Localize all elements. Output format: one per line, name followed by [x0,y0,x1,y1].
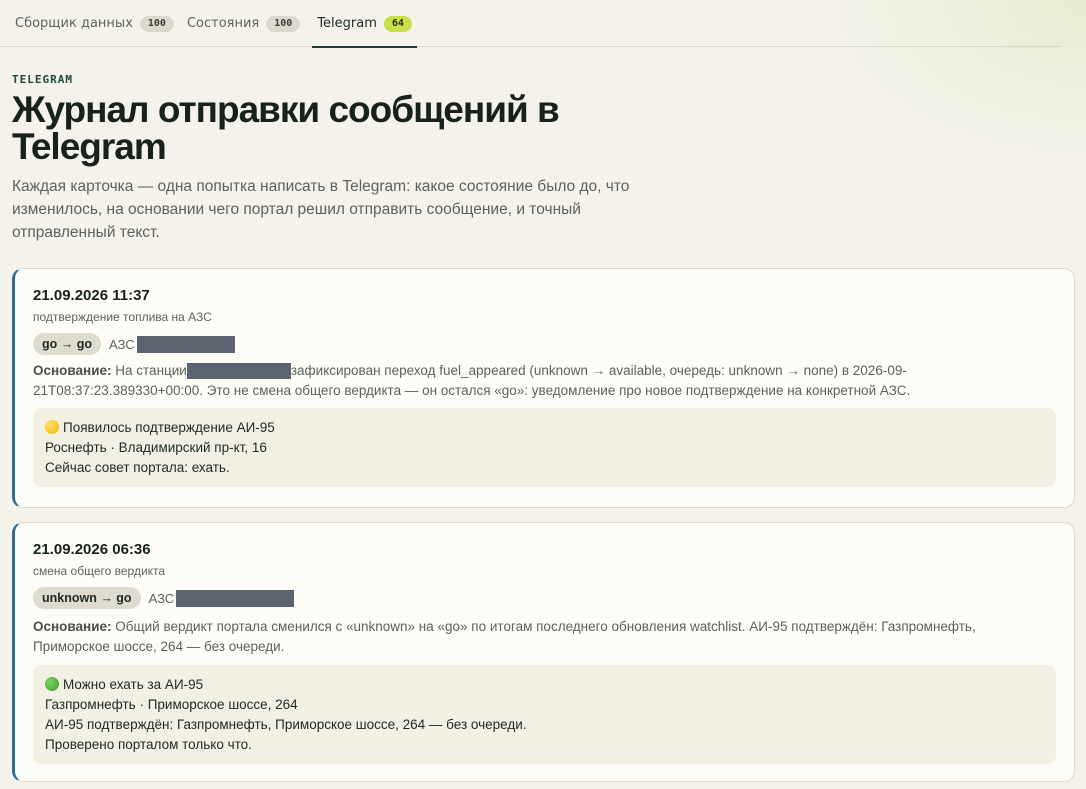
message-line: Проверено порталом только что. [45,737,252,752]
card-transition-row: unknown → go АЗС [33,587,1056,609]
tab-bar: Сборщик данных 100 Состояния 100 Telegra… [0,0,1062,48]
redacted-station-name [136,335,235,353]
tab-count-badge: 64 [383,15,412,32]
message-line: Можно ехать за АИ-95 [45,675,1044,695]
page: Сборщик данных 100 Состояния 100 Telegra… [0,0,1086,789]
station-label: АЗС [109,336,135,352]
message-line: Появилось подтверждение АИ-95 [45,418,1044,438]
reason-text-start: На станции [115,363,187,378]
tab-label: Состояния [186,16,260,31]
telegram-message: Можно ехать за АИ-95 Газпромнефть · Прим… [33,665,1056,764]
tab-data-collector[interactable]: Сборщик данных 100 [15,0,174,47]
message-headline: Можно ехать за АИ-95 [63,677,204,692]
message-headline: Появилось подтверждение АИ-95 [63,420,275,435]
card-date: 21.09.2026 11:37 [33,287,150,304]
telegram-message: Появилось подтверждение АИ-95 Роснефть ·… [33,408,1056,487]
tab-label: Сборщик данных [15,16,133,31]
tab-label: Telegram [317,16,377,31]
tab-states[interactable]: Состояния 100 [186,0,301,47]
message-line: Сейчас совет портала: ехать. [45,460,230,475]
message-line: Газпромнефть · Приморское шоссе, 264 [45,697,298,712]
card-kind: смена общего вердикта [33,564,166,578]
green-circle-icon [45,677,59,691]
card-reason: Основание: На станции зафиксирован перехо… [33,361,1056,401]
tab-count-badge: 100 [139,15,174,32]
reason-label: Основание: [33,619,112,634]
log-card: 21.09.2026 11:37 подтверждение топлива н… [12,268,1075,508]
log-card: 21.09.2026 06:36 смена общего вердикта u… [12,522,1075,782]
card-kind: подтверждение топлива на АЗС [33,310,212,324]
yellow-circle-icon [45,420,59,434]
tab-telegram[interactable]: Telegram 64 [312,0,417,48]
tab-count-badge: 100 [266,15,301,32]
page-title: Журнал отправки сообщений в Telegram [12,89,560,167]
message-line: Роснефть · Владимирский пр-кт, 16 [45,440,267,455]
reason-text: Общий вердикт портала сменился с «unknow… [33,619,976,654]
station-label: АЗС [148,590,175,606]
card-date: 21.09.2026 06:36 [33,541,151,558]
message-line: АИ-95 подтверждён: Газпромнефть, Приморс… [45,717,527,732]
page-subtitle: Каждая карточка — одна попытка написать … [12,178,630,241]
card-transition-row: go → go АЗС [33,333,1056,355]
redacted-station-name [176,589,295,607]
card-reason: Основание: Общий вердикт портала сменилс… [33,617,1056,657]
redacted-station-name [186,363,291,380]
section-eyebrow: TELEGRAM [12,73,73,86]
transition-pill: unknown → go [33,587,141,609]
reason-label: Основание: [33,363,112,378]
transition-pill: go → go [33,333,101,355]
